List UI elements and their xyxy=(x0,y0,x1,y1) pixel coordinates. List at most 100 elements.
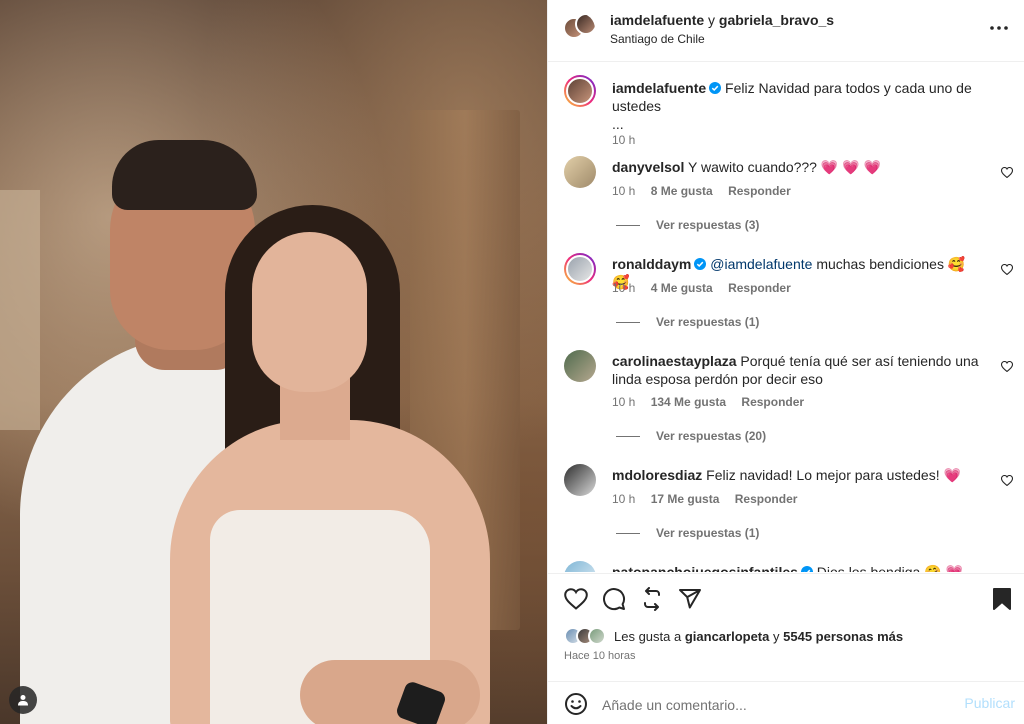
comment-likes[interactable]: 17 Me gusta xyxy=(651,492,720,506)
post-photo[interactable] xyxy=(0,0,547,724)
comment-text: mdoloresdiaz Feliz navidad! Lo mejor par… xyxy=(612,466,982,484)
user-icon xyxy=(18,695,28,706)
avatar-user2 xyxy=(575,13,595,35)
comment-reply-button[interactable]: Responder xyxy=(741,395,804,409)
share-button[interactable] xyxy=(677,586,703,612)
view-replies-button[interactable]: Ver respuestas (20) xyxy=(616,429,766,443)
bookmark-filled-icon xyxy=(993,588,1011,610)
view-replies-button[interactable]: Ver respuestas (1) xyxy=(616,526,759,540)
photo-shelf xyxy=(0,190,40,430)
emoji-button[interactable] xyxy=(564,692,588,716)
heart-icon xyxy=(564,588,588,610)
photo-man-hair xyxy=(112,140,257,210)
view-replies-button[interactable]: Ver respuestas (1) xyxy=(616,315,759,329)
post-actions: Les gusta a giancarlopeta y 5545 persona… xyxy=(548,573,1024,724)
caption-ellipsis: ... xyxy=(612,116,624,132)
emoji-icon xyxy=(565,693,587,715)
comment-username[interactable]: ronalddaym xyxy=(612,256,691,272)
comment-likes[interactable]: 8 Me gusta xyxy=(651,184,713,198)
header-usernames: iamdelafuente y gabriela_bravo_s xyxy=(610,12,834,28)
heart-outline-icon xyxy=(1001,166,1013,178)
photo-hand xyxy=(300,660,480,724)
comment-username[interactable]: patopanchojuegosinfantiles xyxy=(612,564,798,572)
comment-likes[interactable]: 4 Me gusta xyxy=(651,281,713,295)
verified-icon xyxy=(800,566,813,572)
comment-text: patopanchojuegosinfantiles Dios los bend… xyxy=(612,563,982,572)
caption-avatar[interactable] xyxy=(564,75,596,107)
caption-time[interactable]: 10 h xyxy=(612,133,635,147)
tagged-users-button[interactable] xyxy=(9,686,37,714)
view-replies-label: Ver respuestas (1) xyxy=(656,526,760,540)
comment-body: Dios los bendiga xyxy=(816,564,921,572)
add-comment-bar: Publicar xyxy=(548,681,1024,724)
photo-woman-face xyxy=(252,232,367,392)
repost-icon xyxy=(644,587,660,611)
header-joiner: y xyxy=(708,12,716,28)
verified-icon xyxy=(694,258,707,270)
post-comment-button[interactable]: Publicar xyxy=(964,695,1015,711)
comment-button[interactable] xyxy=(601,586,627,612)
comment-body: Feliz navidad! Lo mejor para ustedes! xyxy=(706,467,940,483)
comment-avatar[interactable] xyxy=(564,156,596,188)
post-header: iamdelafuente y gabriela_bravo_s Santiag… xyxy=(548,0,1024,62)
comment-time[interactable]: 10 h xyxy=(612,395,635,409)
comment-likes[interactable]: 134 Me gusta xyxy=(651,395,726,409)
heart-outline-icon xyxy=(1001,263,1013,275)
likes-count-link[interactable]: 5545 personas más xyxy=(783,629,903,644)
comment-avatar[interactable] xyxy=(564,350,596,382)
save-button[interactable] xyxy=(989,586,1015,612)
header-location-link[interactable]: Santiago de Chile xyxy=(610,32,705,46)
comment-body: Y wawito cuando??? xyxy=(688,159,817,175)
comment-mention[interactable]: @iamdelafuente xyxy=(710,256,812,272)
header-user1-link[interactable]: iamdelafuente xyxy=(610,12,704,28)
comment-meta: 10 h 4 Me gusta Responder xyxy=(612,281,803,295)
comment-meta: 10 h 134 Me gusta Responder xyxy=(612,395,816,409)
view-replies-label: Ver respuestas (1) xyxy=(656,315,760,329)
comment-text: carolinaestayplaza Porqué tenía qué ser … xyxy=(612,352,982,388)
comment-time[interactable]: 10 h xyxy=(612,492,635,506)
caption-meta: 10 h xyxy=(612,133,647,147)
liker-avatar xyxy=(588,627,606,645)
liker-username-link[interactable]: giancarlopeta xyxy=(685,629,770,644)
comment-time[interactable]: 10 h xyxy=(612,184,635,198)
header-user2-link[interactable]: gabriela_bravo_s xyxy=(719,12,834,28)
comment-bubble-icon xyxy=(603,588,626,611)
comment-reply-button[interactable]: Responder xyxy=(728,281,791,295)
comment-like-button[interactable] xyxy=(999,358,1015,374)
comment-like-button[interactable] xyxy=(999,472,1015,488)
comment-body: muchas bendiciones xyxy=(816,256,944,272)
comment-reply-button[interactable]: Responder xyxy=(728,184,791,198)
comment-avatar[interactable] xyxy=(564,253,596,285)
comment-meta: 10 h 17 Me gusta Responder xyxy=(612,492,809,506)
comment-username[interactable]: mdoloresdiaz xyxy=(612,467,702,483)
comment-like-button[interactable] xyxy=(999,261,1015,277)
repost-button[interactable] xyxy=(639,586,665,612)
comment-avatar[interactable] xyxy=(564,464,596,496)
comment-like-button[interactable] xyxy=(999,164,1015,180)
post-time[interactable]: Hace 10 horas xyxy=(564,650,636,662)
more-icon xyxy=(990,26,1008,30)
post-side-panel: iamdelafuente y gabriela_bravo_s Santiag… xyxy=(547,0,1024,724)
comment-emoji: 💗 xyxy=(943,467,961,483)
comments-list[interactable]: iamdelafuente Feliz Navidad para todos y… xyxy=(548,63,1024,572)
caption-username[interactable]: iamdelafuente xyxy=(612,80,706,96)
comment-username[interactable]: carolinaestayplaza xyxy=(612,353,737,369)
heart-outline-icon xyxy=(1001,474,1013,486)
likes-text: Les gusta a giancarlopeta y 5545 persona… xyxy=(614,628,904,644)
view-replies-label: Ver respuestas (20) xyxy=(656,429,767,443)
comment-emoji: 🤗 💗 xyxy=(924,564,963,572)
comment-avatar[interactable] xyxy=(564,561,596,572)
comment-reply-button[interactable]: Responder xyxy=(735,492,798,506)
comment-emoji: 💗 💗 💗 xyxy=(820,159,881,175)
add-comment-input[interactable] xyxy=(602,694,942,716)
like-button[interactable] xyxy=(563,586,589,612)
view-replies-label: Ver respuestas (3) xyxy=(656,218,760,232)
caption-text: iamdelafuente Feliz Navidad para todos y… xyxy=(612,79,982,133)
likes-summary: Les gusta a giancarlopeta y 5545 persona… xyxy=(564,626,903,646)
header-avatars[interactable] xyxy=(563,13,595,45)
comment-username[interactable]: danyvelsol xyxy=(612,159,684,175)
send-icon xyxy=(679,589,701,609)
comment-time[interactable]: 10 h xyxy=(612,281,635,295)
more-options-button[interactable] xyxy=(987,18,1011,38)
view-replies-button[interactable]: Ver respuestas (3) xyxy=(616,218,759,232)
